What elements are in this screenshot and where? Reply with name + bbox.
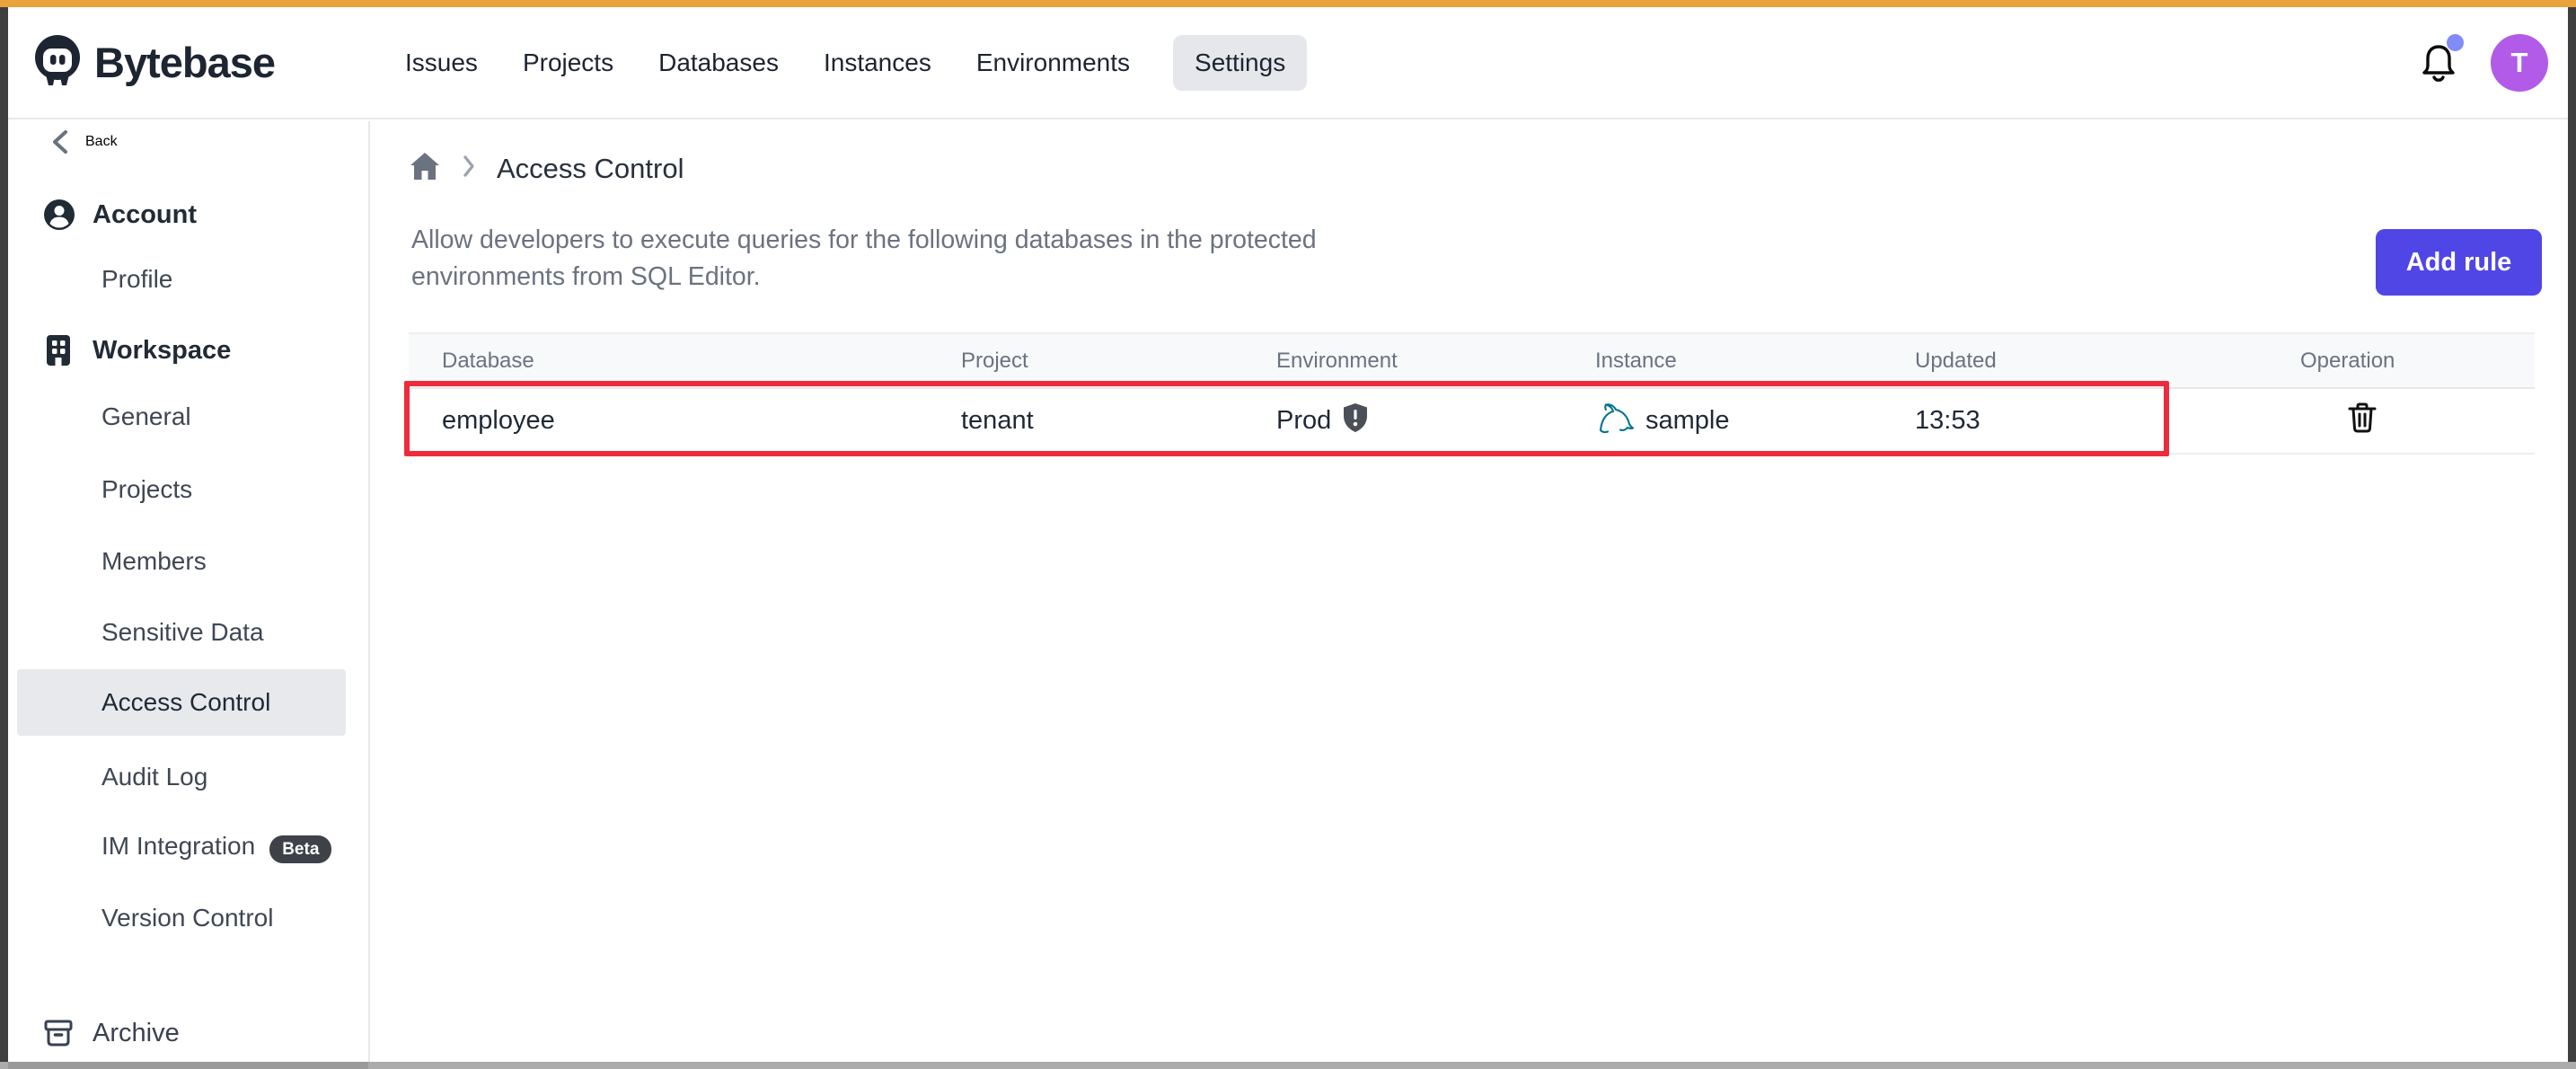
cell-environment: Prod — [1243, 402, 1562, 440]
sidebar-item-general[interactable]: General — [8, 384, 368, 450]
table-header-row: Database Project Environment Instance Up… — [409, 332, 2535, 389]
sidebar-item-profile[interactable]: Profile — [8, 246, 368, 313]
window-right-border — [2568, 7, 2576, 1062]
archive-icon — [42, 1017, 75, 1049]
chevron-right-icon — [461, 155, 477, 182]
sidebar-item-audit-log[interactable]: Audit Log — [8, 744, 368, 810]
col-header-updated: Updated — [1882, 349, 2267, 374]
horizontal-scrollbar-thumb[interactable] — [8, 1062, 368, 1069]
sidebar-item-access-control[interactable]: Access Control — [8, 669, 368, 736]
sidebar-group-workspace-label: Workspace — [93, 336, 231, 366]
sidebar-item-sensitive-data[interactable]: Sensitive Data — [8, 599, 368, 666]
col-header-database: Database — [409, 349, 928, 374]
notifications-button[interactable] — [2419, 41, 2458, 84]
logo-wordmark: Bytebase — [94, 38, 275, 87]
main-nav: Issues Projects Databases Instances Envi… — [403, 7, 1307, 118]
trash-icon[interactable] — [2346, 401, 2378, 442]
add-rule-button[interactable]: Add rule — [2376, 229, 2542, 296]
bell-icon — [2419, 73, 2458, 88]
sidebar-item-im-integration[interactable]: IM IntegrationBeta — [8, 814, 368, 880]
sidebar-group-account: Account — [8, 181, 368, 248]
header-right-controls: T — [2419, 7, 2548, 118]
table-row[interactable]: employee tenant Prod — [409, 389, 2535, 455]
sidebar-item-archive[interactable]: Archive — [8, 1000, 368, 1062]
access-control-page: Access Control Allow developers to execu… — [370, 121, 2568, 1062]
sidebar-back-label: Back — [85, 134, 118, 150]
home-icon[interactable] — [409, 151, 441, 186]
cell-database: employee — [409, 406, 928, 436]
nav-issues[interactable]: Issues — [403, 35, 480, 91]
bytebase-logo[interactable]: Bytebase — [33, 7, 275, 118]
sidebar-item-projects[interactable]: Projects — [8, 456, 368, 523]
col-header-environment: Environment — [1243, 349, 1562, 374]
avatar[interactable]: T — [2491, 34, 2548, 92]
top-navigation-bar: Bytebase Issues Projects Databases Insta… — [8, 7, 2568, 119]
window-top-accent-bar — [0, 0, 2576, 7]
window-left-border — [0, 7, 8, 1062]
nav-environments[interactable]: Environments — [975, 35, 1132, 91]
nav-settings[interactable]: Settings — [1173, 35, 1307, 91]
nav-databases[interactable]: Databases — [657, 35, 781, 91]
page-description: Allow developers to execute queries for … — [411, 222, 1317, 296]
sidebar-group-workspace: Workspace — [8, 317, 368, 384]
col-header-project: Project — [928, 349, 1243, 374]
shield-exclamation-icon — [1342, 402, 1369, 440]
col-header-operation: Operation — [2267, 349, 2535, 374]
cell-project: tenant — [928, 406, 1243, 436]
user-circle-icon — [42, 198, 76, 232]
chevron-left-icon — [48, 128, 73, 155]
beta-badge: Beta — [269, 835, 331, 863]
nav-projects[interactable]: Projects — [521, 35, 615, 91]
nav-instances[interactable]: Instances — [822, 35, 933, 91]
settings-sidebar: Back Account Profile — [8, 121, 370, 1062]
cell-instance: sample — [1562, 401, 1882, 442]
mysql-icon — [1595, 401, 1635, 442]
bytebase-logo-icon — [33, 34, 82, 91]
access-rules-table: Database Project Environment Instance Up… — [409, 332, 2535, 455]
breadcrumb: Access Control — [409, 151, 684, 186]
sidebar-item-members[interactable]: Members — [8, 528, 368, 595]
building-icon — [42, 333, 75, 367]
notification-dot — [2447, 34, 2464, 51]
cell-operation — [2267, 401, 2535, 442]
window-bottom-border — [0, 1062, 2576, 1069]
breadcrumb-current: Access Control — [497, 153, 684, 185]
cell-updated: 13:53 — [1882, 406, 2267, 436]
col-header-instance: Instance — [1562, 349, 1882, 374]
bytebase-app-window: Bytebase Issues Projects Databases Insta… — [0, 0, 2576, 1069]
sidebar-back-button[interactable]: Back — [8, 121, 368, 175]
sidebar-group-account-label: Account — [93, 200, 197, 230]
sidebar-item-version-control[interactable]: Version Control — [8, 885, 368, 951]
